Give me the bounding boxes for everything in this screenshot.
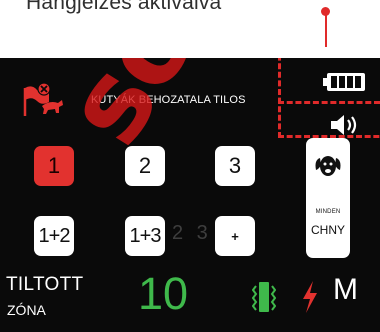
callout-text: Hangjelzés aktiválva — [26, 0, 222, 14]
zone-subtitle: ZÓNA — [7, 302, 46, 318]
no-dogs-icon — [23, 82, 63, 116]
channel-1-button[interactable]: 1 — [34, 146, 74, 186]
dog-selector-card[interactable]: MINDEN CHNY — [306, 138, 350, 258]
channel-2-button[interactable]: 2 — [125, 146, 165, 186]
no-dogs-warning: KUTYÁK BEHOZATALA TILOS — [91, 94, 246, 106]
vibrate-icon — [252, 282, 276, 312]
shock-bolt-icon — [303, 281, 317, 313]
channel-1-3-button[interactable]: 1+3 — [125, 216, 165, 256]
dog-selector-label: MINDEN — [315, 209, 341, 215]
callout-highlight-divider — [278, 101, 380, 104]
add-channel-button[interactable]: + — [215, 216, 255, 256]
dog-icon — [315, 156, 341, 176]
mode-indicator: M — [333, 273, 358, 306]
faded-channel-label: 2 3 — [172, 222, 212, 244]
speaker-icon — [331, 115, 357, 135]
callout-leader-line — [325, 12, 327, 47]
device-screen: KUTYÁK BEHOZATALA TILOS 1 2 3 1+2 1+3 2 … — [0, 58, 380, 332]
channel-1-2-button[interactable]: 1+2 — [34, 216, 74, 256]
zone-title: TILTOTT — [6, 274, 84, 295]
dog-selector-value: CHNY — [311, 223, 346, 237]
channel-3-button[interactable]: 3 — [215, 146, 255, 186]
battery-icon — [323, 73, 365, 91]
intensity-level: 10 — [138, 268, 189, 319]
